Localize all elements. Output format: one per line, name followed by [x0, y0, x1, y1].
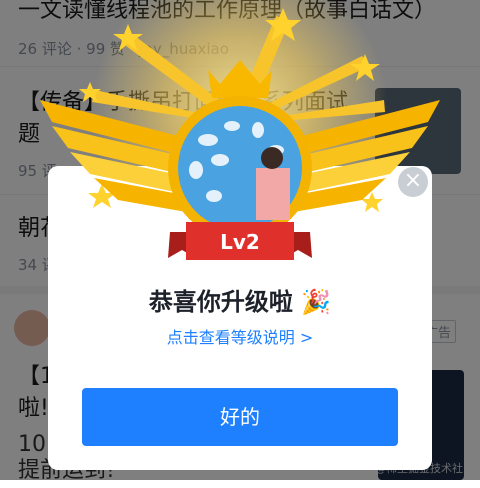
level-info-link[interactable]: 点击查看等级说明 >	[48, 324, 432, 348]
avatar-figure	[256, 168, 290, 220]
level-badge-text: Lv2	[220, 230, 260, 254]
close-icon[interactable]: ×	[398, 167, 428, 197]
ok-button[interactable]: 好的	[82, 388, 398, 446]
avatar-figure-head	[261, 147, 283, 169]
